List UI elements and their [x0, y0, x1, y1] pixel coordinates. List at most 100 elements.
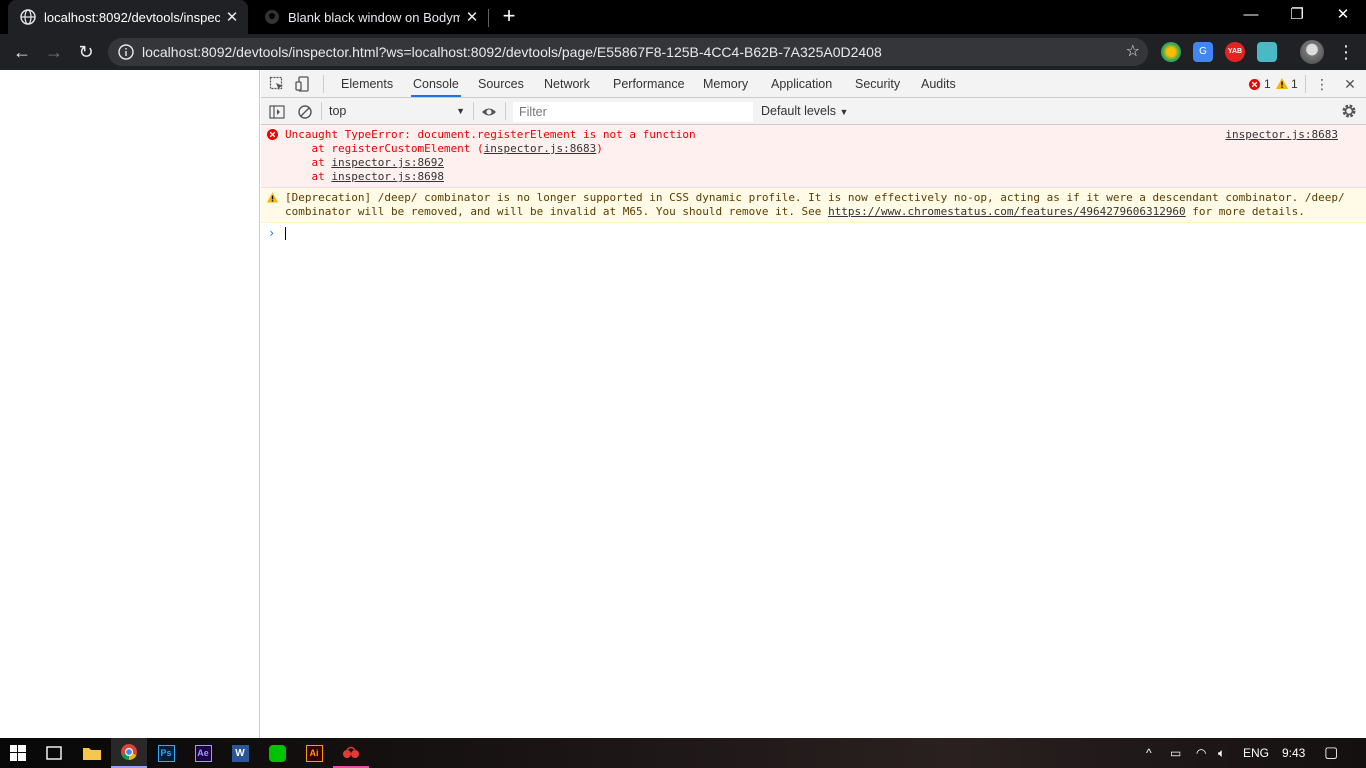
task-view-glyph-icon [46, 746, 62, 760]
action-center-icon[interactable]: ▢ [1324, 738, 1338, 768]
yab-extension-icon[interactable]: YAB [1225, 42, 1245, 62]
device-toolbar-icon[interactable] [295, 76, 311, 92]
toolbar-divider [473, 102, 474, 120]
windows-logo-icon [10, 745, 26, 761]
warning-icon [267, 192, 278, 203]
stack-frame-link[interactable]: inspector.js:8692 [331, 156, 444, 169]
chevron-down-icon: ▼ [839, 107, 849, 117]
warning-text-line1: [Deprecation] /deep/ combinator is no lo… [285, 191, 1345, 204]
filter-input[interactable] [513, 102, 753, 122]
stack-frame-prefix: at [285, 170, 332, 183]
error-count[interactable]: 1 [1264, 70, 1271, 98]
tab-memory[interactable]: Memory [701, 70, 750, 97]
tab-audits[interactable]: Audits [919, 70, 958, 97]
console-messages[interactable]: Uncaught TypeError: document.registerEle… [261, 125, 1366, 738]
google-translate-icon[interactable]: G [1193, 42, 1213, 62]
stack-frame-link[interactable]: inspector.js:8698 [331, 170, 444, 183]
word-icon[interactable]: W [222, 738, 258, 768]
profile-avatar[interactable] [1300, 40, 1324, 64]
volume-icon[interactable]: 🔈︎ [1218, 738, 1225, 768]
tab-security[interactable]: Security [853, 70, 902, 97]
devtools-tab-bar: Elements Console Sources Network Perform… [261, 70, 1366, 98]
prompt-chevron-icon: › [268, 226, 276, 240]
tab-performance[interactable]: Performance [611, 70, 687, 97]
customize-devtools-icon[interactable]: ⋮ [1312, 70, 1332, 98]
show-sidebar-icon[interactable] [269, 104, 285, 120]
language-indicator[interactable]: ENG [1243, 738, 1269, 768]
error-text: Uncaught TypeError: document.registerEle… [285, 128, 696, 141]
globe-icon [20, 9, 36, 25]
error-count-icon [1249, 79, 1260, 90]
line-messenger-icon[interactable] [259, 738, 295, 768]
context-selector[interactable]: top ▼ [329, 102, 469, 121]
tab-application[interactable]: Application [769, 70, 834, 97]
new-tab-button[interactable]: + [496, 4, 522, 30]
tab-elements[interactable]: Elements [339, 70, 395, 97]
toolbar-divider [321, 102, 322, 120]
context-value: top [329, 104, 347, 118]
clock[interactable]: 9:43 [1282, 738, 1305, 768]
close-window-button[interactable]: ✕ [1320, 0, 1366, 30]
wifi-icon[interactable]: ◠ [1196, 738, 1206, 768]
inspected-page-area [0, 70, 260, 738]
google-earth-icon[interactable] [1161, 42, 1181, 62]
chevron-down-icon: ▼ [456, 106, 465, 116]
text-cursor [285, 226, 286, 240]
console-settings-gear-icon[interactable] [1341, 103, 1357, 119]
stack-frame-link[interactable]: inspector.js:8683 [484, 142, 597, 155]
stack-frame: at registerCustomElement (inspector.js:8… [285, 142, 1342, 156]
inspect-element-icon[interactable] [269, 76, 285, 92]
back-button[interactable]: ← [8, 38, 36, 66]
illustrator-icon[interactable]: Ai [296, 738, 332, 768]
browser-tab-active[interactable]: localhost:8092/devtools/inspecto ✕ [8, 0, 248, 34]
chrome-icon [121, 744, 137, 761]
stack-frame: at inspector.js:8692 [285, 156, 1342, 170]
tab-title: localhost:8092/devtools/inspecto [44, 9, 220, 25]
minimize-button[interactable]: — [1228, 0, 1274, 30]
github-icon [265, 10, 279, 24]
tab-console[interactable]: Console [411, 70, 461, 97]
file-explorer-icon[interactable] [74, 738, 110, 768]
folder-icon [83, 748, 101, 760]
tab-sources[interactable]: Sources [476, 70, 526, 97]
console-error-message[interactable]: Uncaught TypeError: document.registerEle… [261, 125, 1366, 188]
battery-icon[interactable]: ▭ [1170, 738, 1181, 768]
warning-text-line2: combinator will be removed, and will be … [285, 205, 1342, 219]
stack-frame-suffix: ) [596, 142, 603, 155]
console-prompt[interactable]: › [261, 223, 1366, 243]
tab-divider [488, 9, 489, 27]
live-expression-eye-icon[interactable] [481, 104, 497, 120]
chromestatus-link[interactable]: https://www.chromestatus.com/features/49… [828, 205, 1186, 218]
devtools-panel: Elements Console Sources Network Perform… [261, 70, 1366, 738]
tab-network[interactable]: Network [542, 70, 592, 97]
browser-tab-inactive[interactable]: Blank black window on Bodymov ✕ [252, 0, 488, 34]
console-warning-message[interactable]: [Deprecation] /deep/ combinator is no lo… [261, 188, 1366, 223]
console-toolbar: top ▼ Default levels ▼ [261, 98, 1366, 125]
info-icon[interactable] [118, 44, 134, 60]
start-windows-icon[interactable] [0, 738, 36, 768]
app-taskbar-icon[interactable] [333, 738, 369, 768]
clear-console-icon[interactable] [297, 104, 313, 120]
close-tab-icon[interactable]: ✕ [460, 8, 484, 26]
forward-button[interactable]: → [40, 38, 68, 66]
show-hidden-icons-chevron-icon[interactable]: ^ [1146, 738, 1152, 768]
after-effects-icon[interactable]: Ae [185, 738, 221, 768]
tab-title: Blank black window on Bodymov [288, 9, 460, 25]
log-levels-dropdown[interactable]: Default levels ▼ [761, 98, 848, 126]
error-source-link[interactable]: inspector.js:8683 [1225, 128, 1338, 142]
levels-label: Default levels [761, 104, 837, 118]
warning-count-icon [1276, 78, 1288, 89]
chrome-taskbar-icon[interactable] [111, 738, 147, 768]
photoshop-icon[interactable]: Ps [148, 738, 184, 768]
bookmark-star-icon[interactable]: ☆ [1126, 38, 1140, 66]
restore-button[interactable]: ❐ [1274, 0, 1320, 30]
close-tab-icon[interactable]: ✕ [220, 8, 244, 26]
url-text[interactable]: localhost:8092/devtools/inspector.html?w… [142, 38, 882, 66]
reload-button[interactable]: ↻ [72, 38, 100, 66]
warning-count[interactable]: 1 [1291, 70, 1298, 98]
task-view-icon[interactable] [36, 738, 72, 768]
browser-menu-icon[interactable]: ⋮ [1332, 38, 1360, 66]
address-bar[interactable]: localhost:8092/devtools/inspector.html?w… [108, 38, 1148, 66]
close-devtools-icon[interactable]: ✕ [1340, 70, 1360, 98]
map-extension-icon[interactable] [1257, 42, 1277, 62]
